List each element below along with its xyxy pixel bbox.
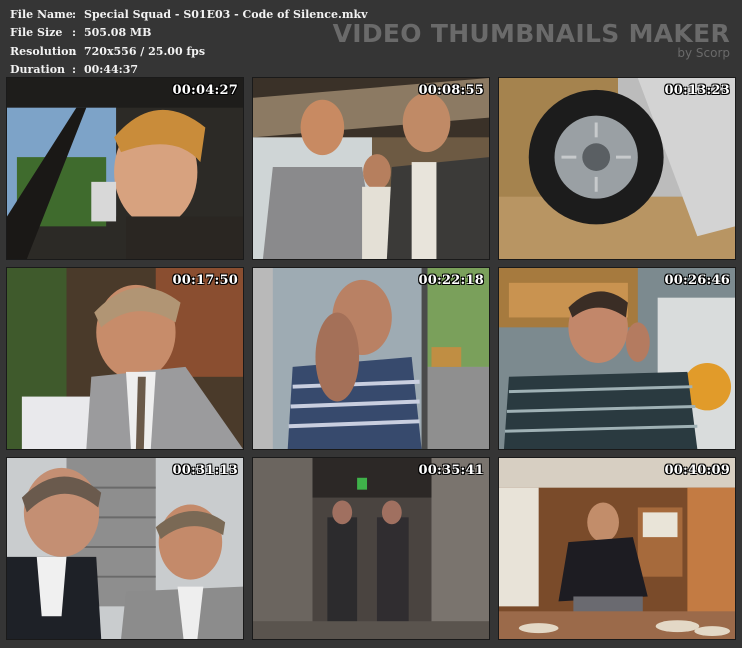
thumbnail-6-image: [499, 268, 735, 449]
thumbnail-4-image: [7, 268, 243, 449]
resolution-value: 720x556 / 25.00 fps: [84, 44, 206, 58]
thumbnail-5[interactable]: 00:22:18: [252, 267, 490, 450]
file-info-row-name: File Name : Special Squad - S01E03 - Cod…: [10, 6, 367, 24]
thumbnail-2-image: [253, 78, 489, 259]
thumbnail-2-timestamp: 00:08:55: [418, 83, 484, 98]
thumbnail-9-timestamp: 00:40:09: [664, 463, 730, 478]
brand-title: VIDEO THUMBNAILS MAKER: [332, 19, 730, 48]
file-info-panel: File Name : Special Squad - S01E03 - Cod…: [10, 6, 367, 79]
thumbnail-8-timestamp: 00:35:41: [418, 463, 484, 478]
thumbnail-4[interactable]: 00:17:50: [6, 267, 244, 450]
file-info-row-resolution: Resolution : 720x556 / 25.00 fps: [10, 43, 367, 61]
thumbnail-1-image: [7, 78, 243, 259]
thumbnail-7-image: [7, 458, 243, 639]
thumbnail-8-image: [253, 458, 489, 639]
thumbnail-5-image: [253, 268, 489, 449]
thumbnail-3-timestamp: 00:13:23: [664, 83, 730, 98]
info-separator: :: [72, 26, 77, 40]
file-size-label: File Size: [10, 26, 63, 40]
info-separator: :: [72, 8, 77, 21]
thumbnail-7[interactable]: 00:31:13: [6, 457, 244, 640]
thumbnail-8[interactable]: 00:35:41: [252, 457, 490, 640]
thumbnail-1-timestamp: 00:04:27: [172, 83, 238, 98]
brand-subtitle: by Scorp: [677, 46, 730, 60]
thumbnail-3-image: [499, 78, 735, 259]
thumbnail-6-timestamp: 00:26:46: [664, 273, 730, 288]
thumbnail-1[interactable]: 00:04:27: [6, 77, 244, 260]
thumbnail-9[interactable]: 00:40:09: [498, 457, 736, 640]
thumbnail-9-image: [499, 458, 735, 639]
info-separator: :: [72, 44, 77, 58]
file-info-row-size: File Size : 505.08 MB: [10, 24, 367, 42]
thumbnail-4-timestamp: 00:17:50: [172, 273, 238, 288]
brand-logo: VIDEO THUMBNAILS MAKER by Scorp: [332, 19, 730, 61]
file-size-value: 505.08 MB: [84, 26, 152, 40]
thumbnail-6[interactable]: 00:26:46: [498, 267, 736, 450]
thumbnail-2[interactable]: 00:08:55: [252, 77, 490, 260]
thumbnail-grid: 00:04:27 00:08:55 00:13:23 00:17:50 00:2…: [6, 77, 736, 642]
thumbnail-5-timestamp: 00:22:18: [418, 273, 484, 288]
thumbnail-7-timestamp: 00:31:13: [172, 463, 238, 478]
thumbnail-3[interactable]: 00:13:23: [498, 77, 736, 260]
file-name-label: File Name: [10, 8, 73, 21]
resolution-label: Resolution: [10, 44, 77, 58]
file-name-value: Special Squad - S01E03 - Code of Silence…: [84, 8, 368, 21]
